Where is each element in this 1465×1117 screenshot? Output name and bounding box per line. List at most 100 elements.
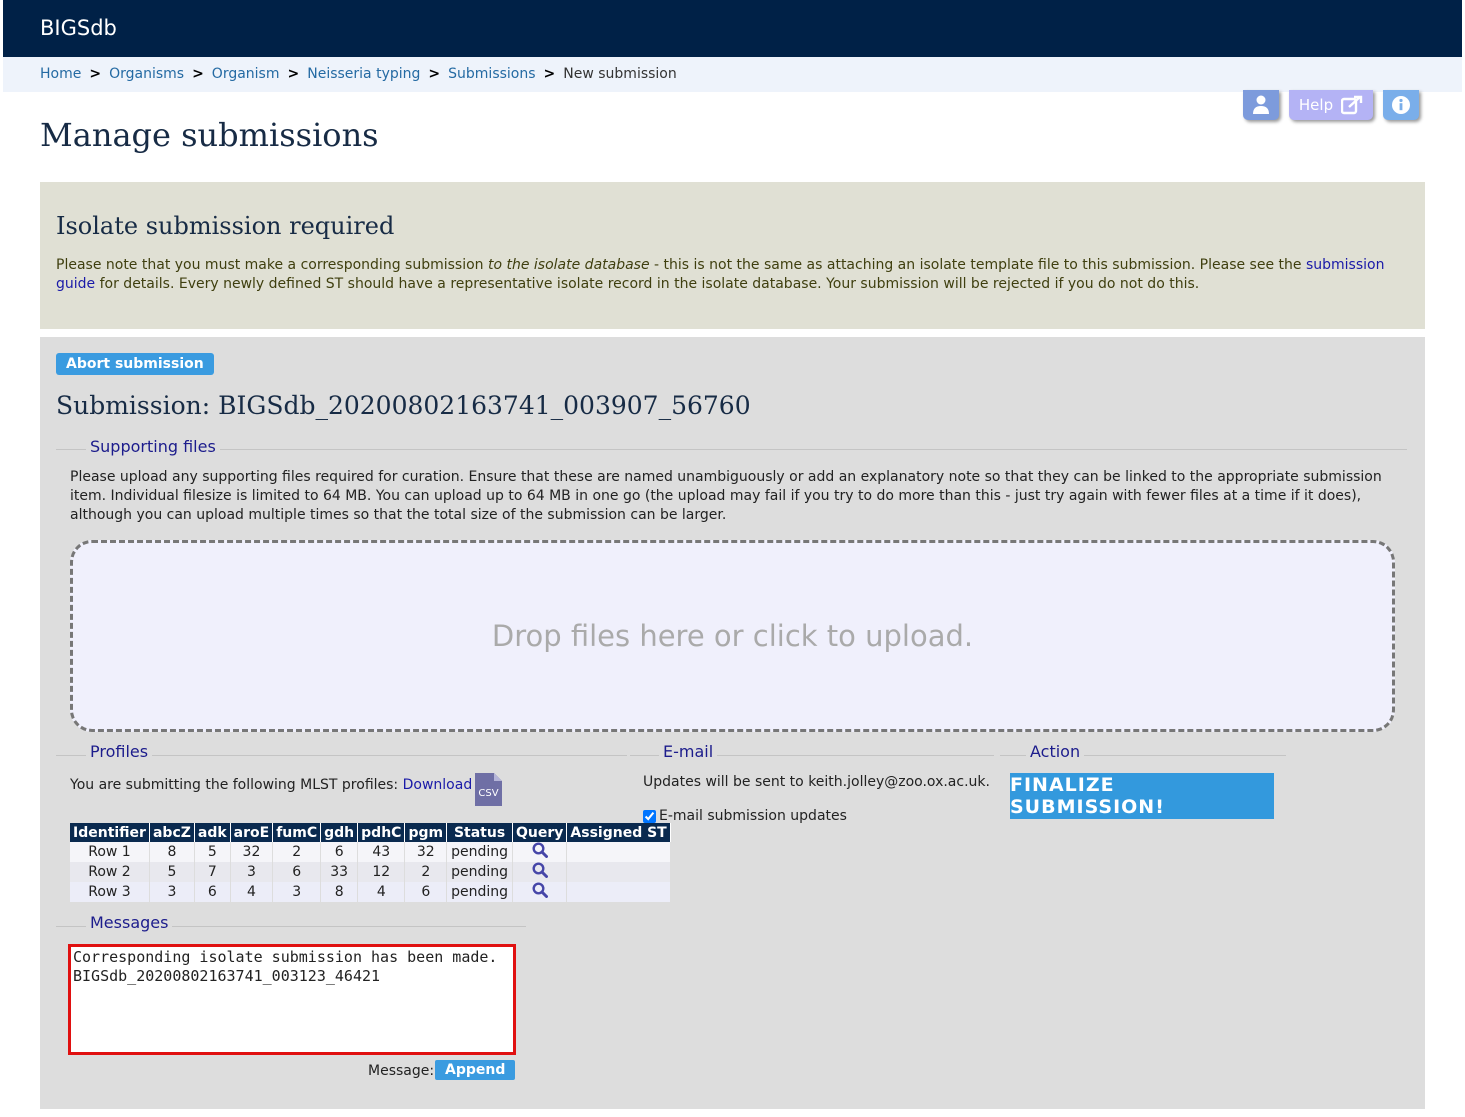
- cell-aroe: 3: [230, 862, 274, 882]
- info-button[interactable]: [1383, 90, 1419, 120]
- breadcrumb-home[interactable]: Home: [40, 66, 81, 82]
- messages-legend: Messages: [86, 913, 173, 932]
- top-icons: Help: [1243, 90, 1419, 120]
- cell-identifier: Row 1: [70, 842, 150, 862]
- cell-pdhc: 43: [357, 842, 406, 862]
- email-updates-option[interactable]: E-mail submission updates: [643, 808, 847, 824]
- breadcrumb-separator: >: [428, 66, 441, 82]
- cell-assigned-st: [566, 882, 671, 902]
- notice-text-part: - this is not the same as attaching an i…: [649, 257, 1306, 273]
- breadcrumb-submissions[interactable]: Submissions: [448, 66, 535, 82]
- cell-status: pending: [446, 882, 514, 902]
- breadcrumb-separator: >: [543, 66, 556, 82]
- cell-fumc: 2: [272, 842, 322, 862]
- cell-abcz: 3: [149, 882, 195, 902]
- action-legend: Action: [1026, 742, 1085, 761]
- breadcrumb: Home > Organisms > Organism > Neisseria typing…: [3, 57, 1462, 92]
- cell-pdhc: 12: [357, 862, 406, 882]
- external-link-icon: [1341, 95, 1363, 115]
- breadcrumb-current: New submission: [563, 66, 677, 82]
- table-row: Row 1 8 5 32 2 6 43 32 pending: [70, 842, 671, 862]
- submission-title: Submission: BIGSdb_20200802163741_003907…: [56, 391, 751, 420]
- cell-assigned-st: [566, 862, 671, 882]
- breadcrumb-separator: >: [89, 66, 102, 82]
- cell-identifier: Row 3: [70, 882, 150, 902]
- cell-query[interactable]: [512, 842, 568, 862]
- message-textarea[interactable]: Corresponding isolate submission has bee…: [68, 944, 516, 1055]
- search-icon[interactable]: [532, 882, 548, 898]
- brand-logo[interactable]: BIGSdb: [40, 16, 117, 40]
- cell-query[interactable]: [512, 882, 568, 902]
- cell-gdh: 33: [320, 862, 359, 882]
- email-legend: E-mail: [659, 742, 718, 761]
- cell-adk: 5: [194, 842, 231, 862]
- email-text: Updates will be sent to keith.jolley@zoo…: [643, 774, 990, 790]
- csv-file-icon[interactable]: CSV: [475, 773, 502, 806]
- file-dropzone[interactable]: Drop files here or click to upload.: [70, 540, 1395, 732]
- col-fumc: fumC: [272, 823, 322, 842]
- notice-title: Isolate submission required: [56, 212, 395, 240]
- email-updates-checkbox[interactable]: [643, 809, 656, 823]
- download-link[interactable]: Download: [403, 777, 473, 793]
- email-updates-label: E-mail submission updates: [659, 808, 847, 824]
- col-abcz: abcZ: [149, 823, 195, 842]
- submission-panel: Abort submission Submission: BIGSdb_2020…: [40, 337, 1425, 1109]
- col-adk: adk: [194, 823, 231, 842]
- top-bar: BIGSdb: [3, 0, 1462, 57]
- breadcrumb-separator: >: [287, 66, 300, 82]
- cell-fumc: 6: [272, 862, 322, 882]
- col-gdh: gdh: [320, 823, 359, 842]
- cell-aroe: 4: [230, 882, 274, 902]
- table-header-row: Identifier abcZ adk aroE fumC gdh pdhC p…: [70, 823, 671, 842]
- cell-abcz: 5: [149, 862, 195, 882]
- profiles-intro: You are submitting the following MLST pr…: [70, 777, 403, 793]
- cell-status: pending: [446, 842, 514, 862]
- search-icon[interactable]: [532, 842, 548, 858]
- profiles-text: You are submitting the following MLST pr…: [70, 777, 472, 793]
- cell-aroe: 32: [230, 842, 274, 862]
- supporting-files-legend: Supporting files: [86, 437, 220, 456]
- col-pgm: pgm: [404, 823, 448, 842]
- csv-label: CSV: [478, 788, 498, 799]
- cell-identifier: Row 2: [70, 862, 150, 882]
- dropzone-text: Drop files here or click to upload.: [491, 619, 974, 653]
- cell-query[interactable]: [512, 862, 568, 882]
- cell-pgm: 2: [404, 862, 448, 882]
- breadcrumb-neisseria-typing[interactable]: Neisseria typing: [307, 66, 420, 82]
- finalize-submission-button[interactable]: FINALIZE SUBMISSION!: [1010, 773, 1274, 819]
- breadcrumb-organism[interactable]: Organism: [212, 66, 280, 82]
- user-icon: [1253, 95, 1269, 114]
- cell-status: pending: [446, 862, 514, 882]
- cell-gdh: 6: [320, 842, 359, 862]
- notice-text-part: Please note that you must make a corresp…: [56, 257, 488, 273]
- cell-assigned-st: [566, 842, 671, 862]
- cell-adk: 7: [194, 862, 231, 882]
- col-query: Query: [512, 823, 568, 842]
- cell-pdhc: 4: [357, 882, 406, 902]
- notice-text: Please note that you must make a corresp…: [56, 256, 1409, 294]
- profiles-legend: Profiles: [86, 742, 153, 761]
- col-status: Status: [446, 823, 514, 842]
- abort-submission-button[interactable]: Abort submission: [56, 353, 214, 375]
- search-icon[interactable]: [532, 862, 548, 878]
- append-button[interactable]: Append: [435, 1060, 516, 1080]
- col-aroe: aroE: [230, 823, 274, 842]
- table-row: Row 2 5 7 3 6 33 12 2 pending: [70, 862, 671, 882]
- breadcrumb-organisms[interactable]: Organisms: [109, 66, 184, 82]
- info-icon: [1392, 96, 1410, 114]
- isolate-notice: Isolate submission required Please note …: [40, 182, 1425, 329]
- cell-fumc: 3: [272, 882, 322, 902]
- cell-gdh: 8: [320, 882, 359, 902]
- profiles-table: Identifier abcZ adk aroE fumC gdh pdhC p…: [70, 823, 671, 902]
- fieldset-border: [56, 449, 1407, 450]
- col-pdhc: pdhC: [357, 823, 406, 842]
- help-button[interactable]: Help: [1289, 90, 1373, 120]
- help-label: Help: [1298, 96, 1334, 114]
- cell-abcz: 8: [149, 842, 195, 862]
- user-button[interactable]: [1243, 90, 1279, 120]
- supporting-files-text: Please upload any supporting files requi…: [70, 469, 1382, 523]
- cell-pgm: 6: [404, 882, 448, 902]
- breadcrumb-separator: >: [192, 66, 204, 82]
- message-label: Message:: [368, 1063, 435, 1079]
- page-title: Manage submissions: [40, 116, 379, 154]
